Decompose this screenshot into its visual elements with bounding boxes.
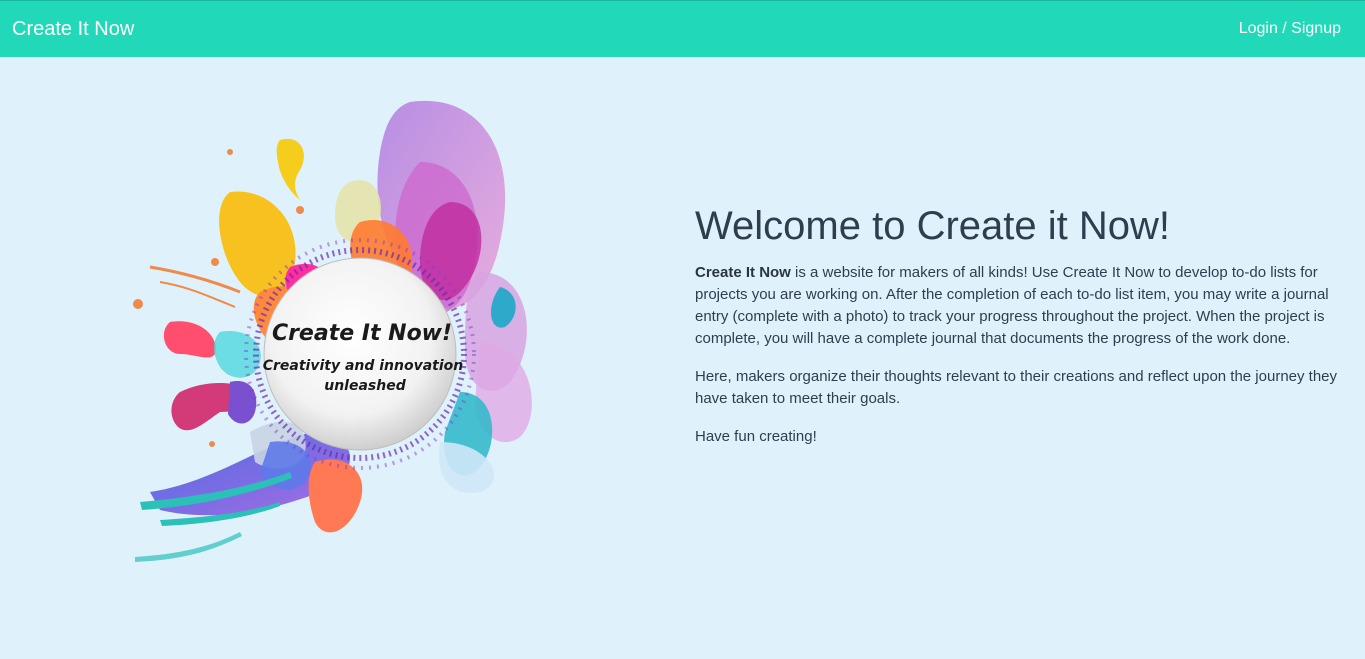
intro-text: is a website for makers of all kinds! Us…	[695, 264, 1329, 347]
badge-title: Create It Now!	[272, 321, 452, 346]
top-navbar: Create It Now Login / Signup	[0, 0, 1365, 57]
makers-paragraph: Here, makers organize their thoughts rel…	[695, 368, 1338, 407]
welcome-section: Welcome to Create it Now! Create It Now …	[695, 200, 1345, 464]
hero-splash-image: Create It Now! Creativity and innovation…	[133, 100, 532, 562]
intro-brand: Create It Now	[695, 264, 791, 281]
page-title: Welcome to Create it Now!	[695, 204, 1170, 248]
brand-link[interactable]: Create It Now	[12, 17, 134, 41]
login-signup-link[interactable]: Login / Signup	[1239, 19, 1341, 39]
intro-paragraph: Create It Now is a website for makers of…	[695, 262, 1345, 350]
badge-tagline-1: Creativity and innovation	[263, 358, 464, 374]
badge-tagline-2: unleashed	[324, 378, 406, 394]
closing-paragraph: Have fun creating!	[695, 428, 817, 445]
